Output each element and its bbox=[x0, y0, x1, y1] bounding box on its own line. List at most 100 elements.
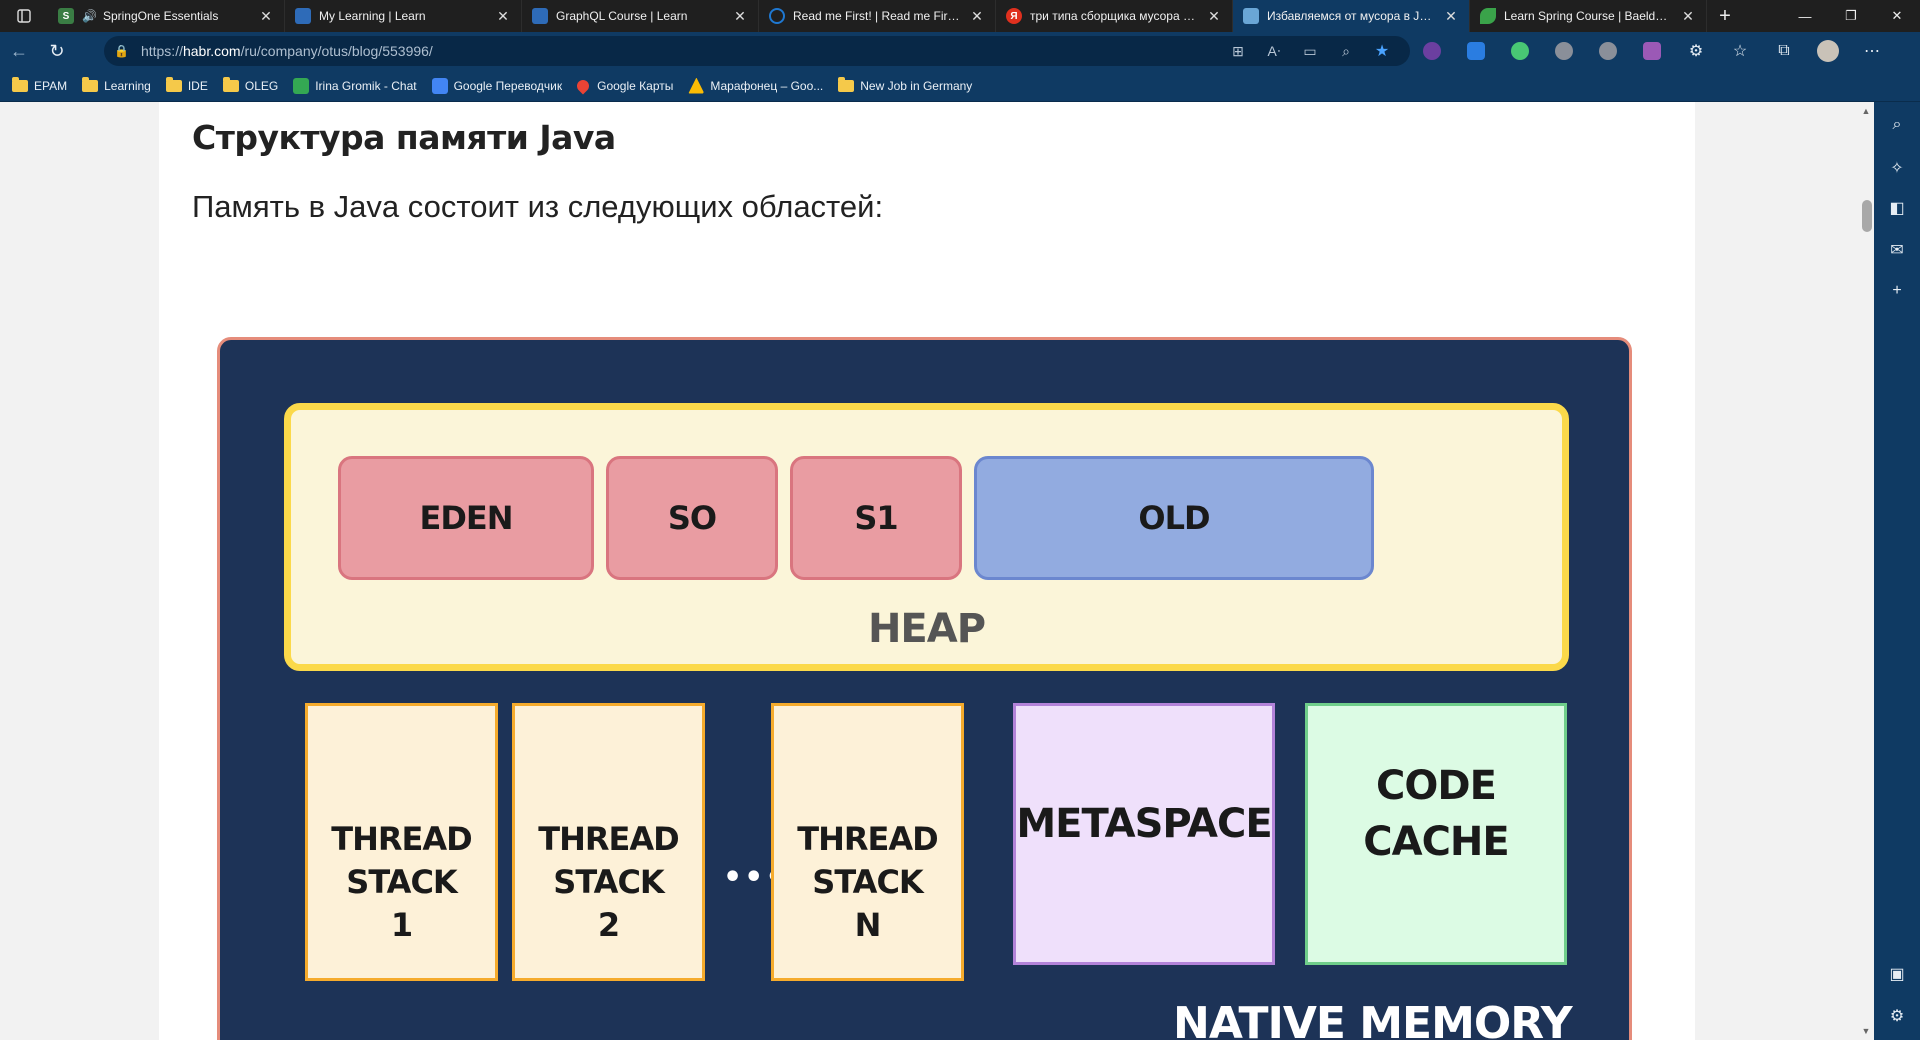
close-window-button[interactable]: ✕ bbox=[1874, 0, 1920, 32]
refresh-button[interactable]: ↻ bbox=[38, 35, 76, 67]
scroll-down-arrow-icon[interactable]: ▼ bbox=[1858, 1026, 1874, 1036]
folder-icon bbox=[12, 76, 28, 92]
extension-5[interactable] bbox=[1586, 42, 1630, 60]
old-generation-block: OLD bbox=[974, 456, 1374, 580]
extension-2[interactable] bbox=[1454, 42, 1498, 60]
extension-4[interactable] bbox=[1542, 42, 1586, 60]
vertical-scrollbar[interactable]: ▲ ▼ bbox=[1858, 102, 1874, 1040]
thread-stack-2: THREAD STACK 2 bbox=[512, 703, 705, 981]
profile-button[interactable] bbox=[1806, 40, 1850, 62]
google-drive-icon bbox=[688, 77, 705, 94]
favorite-star-icon[interactable]: ★ bbox=[1364, 41, 1400, 61]
refresh-icon: ↻ bbox=[49, 40, 65, 61]
tab-title: три типа сборщика мусора в Ja bbox=[1030, 9, 1198, 23]
collections-button[interactable]: ⧉ bbox=[1762, 42, 1806, 60]
apps-icon[interactable]: ⊞ bbox=[1220, 43, 1256, 60]
bookmark-new-job[interactable]: New Job in Germany bbox=[838, 76, 973, 93]
tab-actions-button[interactable] bbox=[0, 0, 48, 32]
stack-label-line: STACK bbox=[812, 862, 923, 901]
chat-icon bbox=[293, 77, 310, 94]
lock-icon[interactable]: 🔒 bbox=[114, 44, 129, 58]
close-tab-icon[interactable]: ✕ bbox=[732, 8, 748, 25]
tab-title: SpringOne Essentials bbox=[102, 9, 219, 23]
folder-icon bbox=[222, 76, 239, 92]
tab-read-me-first[interactable]: Read me First! | Read me First! | A ✕ bbox=[759, 0, 996, 32]
tab-title: Read me First! | Read me First! | A bbox=[793, 9, 961, 23]
extension-icon bbox=[1643, 42, 1661, 60]
sidebar-toggle-icon[interactable]: ▣ bbox=[1874, 964, 1920, 984]
folder-icon bbox=[838, 76, 855, 92]
close-tab-icon[interactable]: ✕ bbox=[969, 8, 985, 25]
tab-springone[interactable]: S 🔊 SpringOne Essentials ✕ bbox=[48, 0, 285, 32]
bookmark-label: Google Карты bbox=[597, 78, 674, 93]
baeldung-leaf-icon bbox=[1480, 8, 1496, 24]
bookmark-label: EPAM bbox=[34, 78, 68, 93]
bookmarks-bar: EPAM Learning IDE OLEG Irina Gromik - Ch… bbox=[0, 70, 1920, 102]
tab-title: My Learning | Learn bbox=[319, 9, 426, 23]
scrollbar-thumb[interactable] bbox=[1862, 200, 1872, 232]
scroll-up-arrow-icon[interactable]: ▲ bbox=[1858, 106, 1874, 116]
zoom-icon[interactable]: ⌕ bbox=[1328, 43, 1364, 60]
map-pin-icon bbox=[574, 77, 592, 94]
new-tab-button[interactable]: + bbox=[1707, 0, 1743, 32]
stack-label-line: 1 bbox=[390, 905, 413, 944]
springone-favicon-icon: S bbox=[58, 8, 74, 24]
bookmark-google-translate[interactable]: Google Переводчик bbox=[431, 77, 563, 94]
sidebar-settings-gear-icon[interactable]: ⚙ bbox=[1874, 1006, 1920, 1026]
habr-favicon-icon bbox=[1243, 8, 1259, 24]
tab-strip: S 🔊 SpringOne Essentials ✕ My Learning |… bbox=[0, 0, 1920, 32]
sidebar-add-icon[interactable]: + bbox=[1874, 282, 1920, 300]
eden-block: EDEN bbox=[338, 456, 594, 580]
folder-icon bbox=[165, 76, 182, 92]
bookmark-marathon[interactable]: Марафонец – Goo... bbox=[688, 77, 823, 94]
restore-button[interactable]: ❐ bbox=[1828, 0, 1874, 32]
bookmark-label: Google Переводчик bbox=[453, 78, 563, 93]
more-menu-button[interactable]: ⋯ bbox=[1850, 41, 1894, 61]
tab-yandex-search[interactable]: Я три типа сборщика мусора в Ja ✕ bbox=[996, 0, 1233, 32]
window-controls: — ❐ ✕ bbox=[1782, 0, 1920, 32]
stack-label-line: THREAD bbox=[331, 819, 472, 858]
bookmark-google-maps[interactable]: Google Карты bbox=[574, 77, 674, 94]
close-tab-icon[interactable]: ✕ bbox=[495, 8, 511, 25]
code-cache-block: CODE CACHE bbox=[1305, 703, 1567, 965]
metaspace-block: METASPACE bbox=[1013, 703, 1275, 965]
tab-graphql-course[interactable]: GraphQL Course | Learn ✕ bbox=[522, 0, 759, 32]
bookmark-oleg[interactable]: OLEG bbox=[222, 76, 278, 93]
intro-paragraph: Память в Java состоит из следующих облас… bbox=[192, 189, 884, 224]
stack-label-line: STACK bbox=[346, 862, 457, 901]
learn-favicon-icon bbox=[295, 8, 311, 24]
circle-favicon-icon bbox=[769, 8, 785, 24]
close-tab-icon[interactable]: ✕ bbox=[1206, 8, 1222, 25]
more-dots-icon: ⋯ bbox=[1864, 43, 1880, 60]
minimize-button[interactable]: — bbox=[1782, 0, 1828, 32]
favorites-button[interactable]: ☆ bbox=[1718, 41, 1762, 61]
read-aloud-icon[interactable]: Aᐧ bbox=[1256, 43, 1292, 60]
bookmark-epam[interactable]: EPAM bbox=[12, 76, 68, 93]
address-bar[interactable]: 🔒 https://habr.com/ru/company/otus/blog/… bbox=[104, 36, 1410, 66]
tab-title: GraphQL Course | Learn bbox=[556, 9, 688, 23]
tab-baeldung[interactable]: Learn Spring Course | Baeldung ✕ bbox=[1470, 0, 1707, 32]
close-tab-icon[interactable]: ✕ bbox=[258, 8, 274, 25]
sidebar-office-icon[interactable]: ◧ bbox=[1874, 198, 1920, 218]
extensions-button[interactable]: ⚙ bbox=[1674, 41, 1718, 61]
address-toolbar: ← ↻ 🔒 https://habr.com/ru/company/otus/b… bbox=[0, 32, 1920, 70]
sidebar-outlook-icon[interactable]: ✉ bbox=[1874, 240, 1920, 260]
back-button[interactable]: ← bbox=[0, 35, 38, 67]
extension-6[interactable] bbox=[1630, 42, 1674, 60]
bookmark-learning[interactable]: Learning bbox=[82, 76, 151, 93]
url-text[interactable]: https://habr.com/ru/company/otus/blog/55… bbox=[141, 43, 1220, 59]
bookmark-ide[interactable]: IDE bbox=[165, 76, 208, 93]
immersive-reader-icon[interactable]: ▭ bbox=[1292, 43, 1328, 60]
tab-my-learning[interactable]: My Learning | Learn ✕ bbox=[285, 0, 522, 32]
sidebar-search-icon[interactable]: ⌕ bbox=[1874, 116, 1920, 134]
tab-habr-article[interactable]: Избавляемся от мусора в Java ✕ bbox=[1233, 0, 1470, 32]
bookmark-label: New Job in Germany bbox=[860, 78, 973, 93]
extension-1[interactable] bbox=[1410, 42, 1454, 60]
close-tab-icon[interactable]: ✕ bbox=[1443, 8, 1459, 25]
close-tab-icon[interactable]: ✕ bbox=[1680, 8, 1696, 25]
speaker-icon[interactable]: 🔊 bbox=[82, 9, 97, 23]
extension-3[interactable] bbox=[1498, 42, 1542, 60]
sidebar-discover-icon[interactable]: ✧ bbox=[1874, 158, 1920, 178]
collections-icon: ⧉ bbox=[1778, 42, 1790, 59]
bookmark-irina-chat[interactable]: Irina Gromik - Chat bbox=[293, 77, 417, 94]
